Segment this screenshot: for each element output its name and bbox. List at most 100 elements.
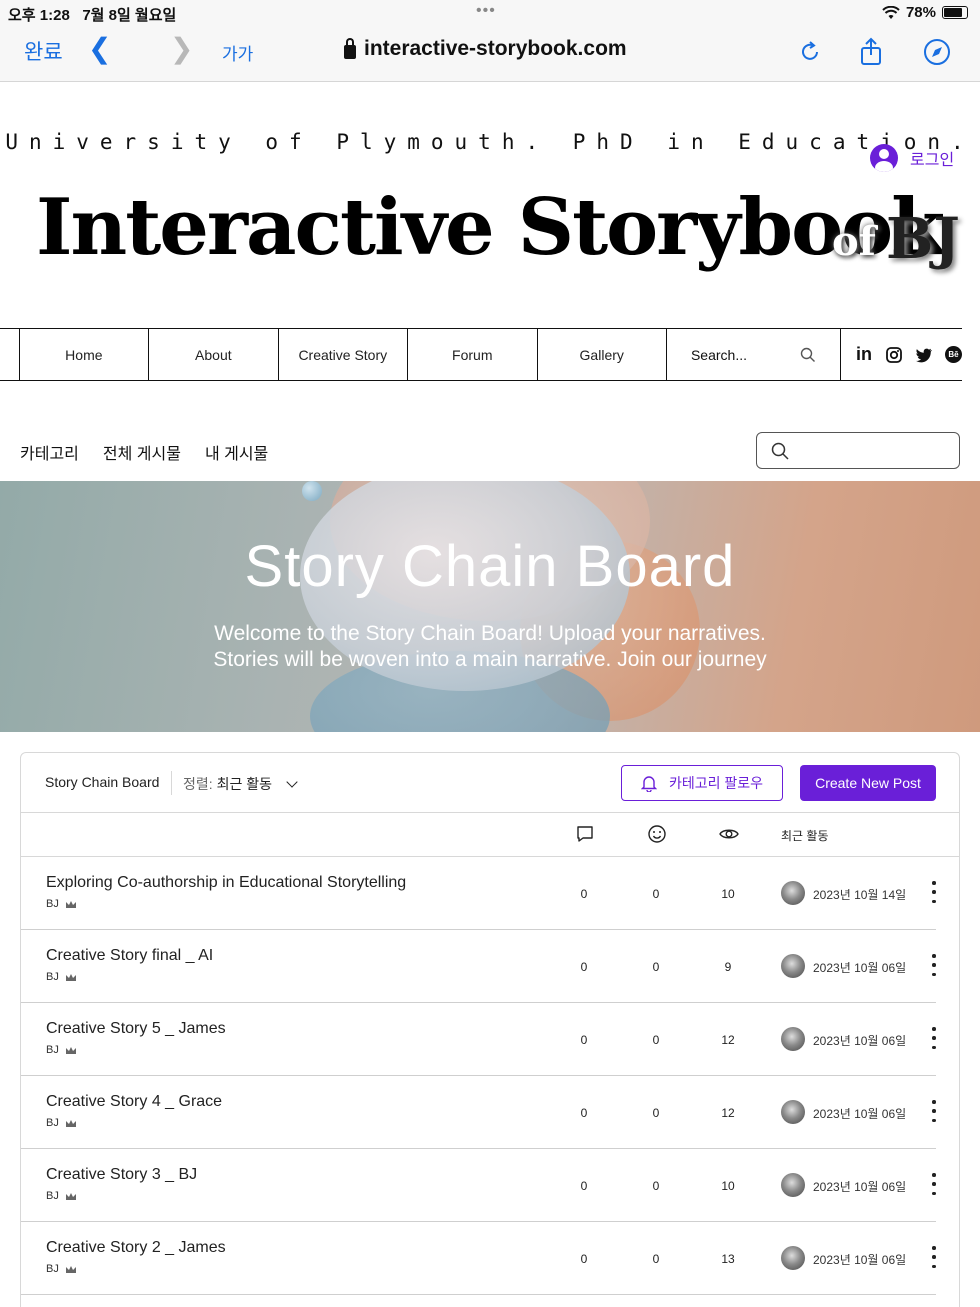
last-activity-date: 2023년 10월 06일	[813, 1253, 907, 1267]
post-author[interactable]: BJ	[46, 1117, 77, 1129]
twitter-icon[interactable]	[915, 346, 933, 364]
avatar[interactable]	[781, 1100, 805, 1124]
view-count: 10	[721, 887, 735, 901]
avatar[interactable]	[781, 881, 805, 905]
social-links: in Bē	[841, 329, 963, 380]
instagram-icon[interactable]	[885, 346, 903, 364]
login-button[interactable]: 로그인	[870, 144, 954, 172]
create-new-post-button[interactable]: Create New Post	[800, 765, 936, 801]
column-header: 최근 활동	[21, 813, 959, 857]
last-activity-date: 2023년 10월 06일	[813, 1180, 907, 1194]
post-row[interactable]: Creative Story 2 _ James BJ 0 0 13 2023년 10월 …	[21, 1222, 936, 1295]
avatar[interactable]	[781, 954, 805, 978]
avatar[interactable]	[781, 1027, 805, 1051]
more-options-icon[interactable]	[931, 1246, 937, 1268]
like-count: 0	[652, 887, 660, 901]
smiley-icon	[648, 825, 666, 843]
post-row[interactable]: Creative Story 5 _ James BJ 0 0 12 2023년 10월 …	[21, 1003, 936, 1076]
nav-item-creative-story[interactable]: Creative Story	[279, 329, 409, 380]
subnav-my-posts[interactable]: 내 게시물	[205, 440, 268, 464]
subnav-all-posts[interactable]: 전체 게시물	[103, 440, 181, 464]
post-author[interactable]: BJ	[46, 898, 77, 910]
search-icon[interactable]	[800, 347, 816, 363]
nav-item-forum[interactable]: Forum	[408, 329, 538, 380]
author-name: BJ	[46, 1190, 59, 1202]
like-count: 0	[652, 1106, 660, 1120]
browser-toolbar: 완료 ❮ ❯ 가가 interactive-storybook.com	[0, 26, 980, 82]
nav-search-input[interactable]: Search...	[667, 329, 842, 380]
crown-icon	[65, 1046, 76, 1054]
subnav-categories[interactable]: 카테고리	[20, 440, 79, 464]
crown-icon	[65, 1265, 76, 1273]
post-title[interactable]: Creative Story 4 _ Grace	[46, 1093, 222, 1111]
site-title-of: of	[832, 218, 876, 265]
reload-icon[interactable]	[795, 37, 825, 67]
nav-item-about[interactable]: About	[149, 329, 279, 380]
more-options-icon[interactable]	[931, 881, 937, 903]
behance-icon[interactable]: Bē	[945, 346, 963, 363]
login-label: 로그인	[910, 152, 955, 169]
site-title[interactable]: Interactive Storybook	[36, 182, 945, 273]
compass-icon[interactable]	[922, 37, 952, 67]
like-count: 0	[652, 960, 660, 974]
nav-item-gallery[interactable]: Gallery	[538, 329, 667, 380]
address-bar[interactable]: interactive-storybook.com	[344, 37, 627, 61]
post-row[interactable]: Exploring Co-authorship in Educational S…	[21, 857, 936, 930]
search-icon	[771, 442, 789, 460]
last-activity-date: 2023년 10월 14일	[813, 888, 907, 902]
url-text: interactive-storybook.com	[364, 37, 627, 60]
more-options-icon[interactable]	[931, 1100, 937, 1122]
post-row[interactable]: Creative Story final _ AI BJ 0 0 9 2023년 10월 …	[21, 930, 936, 1003]
comment-count: 0	[580, 960, 588, 974]
post-author[interactable]: BJ	[46, 1190, 77, 1202]
post-row[interactable]: Creative Story 4 _ Grace BJ 0 0 12 2023년 10월 …	[21, 1076, 936, 1149]
linkedin-icon[interactable]: in	[855, 344, 873, 364]
multitasking-dots-icon[interactable]: •••	[476, 2, 496, 20]
post-title[interactable]: Exploring Co-authorship in Educational S…	[46, 874, 406, 892]
avatar[interactable]	[781, 1173, 805, 1197]
post-author[interactable]: BJ	[46, 1044, 77, 1056]
post-title[interactable]: Creative Story final _ AI	[46, 947, 213, 965]
more-options-icon[interactable]	[931, 1173, 937, 1195]
view-count: 12	[721, 1106, 735, 1120]
status-date: 7월 8일 월요일	[82, 7, 177, 24]
crown-icon	[65, 1119, 76, 1127]
hero-ball	[302, 481, 322, 501]
post-title[interactable]: Creative Story 5 _ James	[46, 1020, 226, 1038]
more-options-icon[interactable]	[931, 954, 937, 976]
author-name: BJ	[46, 1263, 59, 1275]
hero-subtitle: Welcome to the Story Chain Board! Upload…	[0, 621, 980, 673]
post-author[interactable]: BJ	[46, 1263, 77, 1275]
status-time: 오후 1:28 7월 8일 월요일	[8, 7, 177, 24]
like-count: 0	[652, 1033, 660, 1047]
battery-icon	[942, 6, 968, 19]
back-chevron-icon[interactable]: ❮	[88, 32, 111, 65]
follow-label: 카테고리 팔로우	[668, 775, 764, 791]
comment-count: 0	[580, 887, 588, 901]
crown-icon	[65, 973, 76, 981]
site-tagline: University of Plymouth. PhD in Education…	[5, 130, 975, 154]
view-count: 13	[721, 1252, 735, 1266]
lock-icon	[344, 37, 356, 59]
post-title[interactable]: Creative Story 2 _ James	[46, 1239, 226, 1257]
post-title[interactable]: Creative Story 3 _ BJ	[46, 1166, 197, 1184]
more-options-icon[interactable]	[931, 1027, 937, 1049]
follow-category-button[interactable]: 카테고리 팔로우	[621, 765, 783, 801]
bell-icon	[640, 776, 657, 792]
post-row[interactable]: Creative Story 3 _ BJ BJ 0 0 10 2023년 10월 06일	[21, 1149, 936, 1222]
avatar[interactable]	[781, 1246, 805, 1270]
nav-item-home[interactable]: Home	[20, 329, 150, 380]
last-activity-date: 2023년 10월 06일	[813, 1034, 907, 1048]
done-button[interactable]: 완료	[24, 36, 63, 66]
post-author[interactable]: BJ	[46, 971, 77, 983]
crown-icon	[65, 1192, 76, 1200]
share-icon[interactable]	[856, 37, 886, 67]
status-right: 78%	[882, 4, 968, 21]
forum-search-input[interactable]	[756, 432, 960, 469]
forward-chevron-icon[interactable]: ❯	[170, 32, 193, 65]
text-size-button[interactable]: 가가	[222, 40, 253, 65]
like-count: 0	[652, 1179, 660, 1193]
view-count: 12	[721, 1033, 735, 1047]
sort-dropdown[interactable]: 정렬: 최근 활동	[183, 774, 298, 794]
author-name: BJ	[46, 898, 59, 910]
